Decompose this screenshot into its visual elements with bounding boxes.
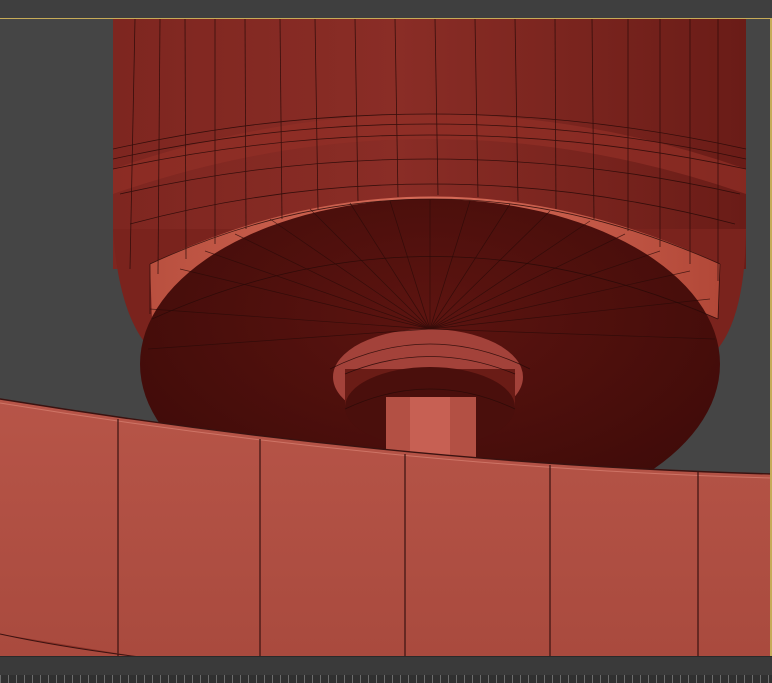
3d-editor-window [0,0,772,683]
viewport-header-strip [0,0,772,18]
timeline-bar[interactable] [0,656,772,683]
viewport-canvas[interactable] [0,19,772,656]
perspective-viewport[interactable] [0,18,772,656]
